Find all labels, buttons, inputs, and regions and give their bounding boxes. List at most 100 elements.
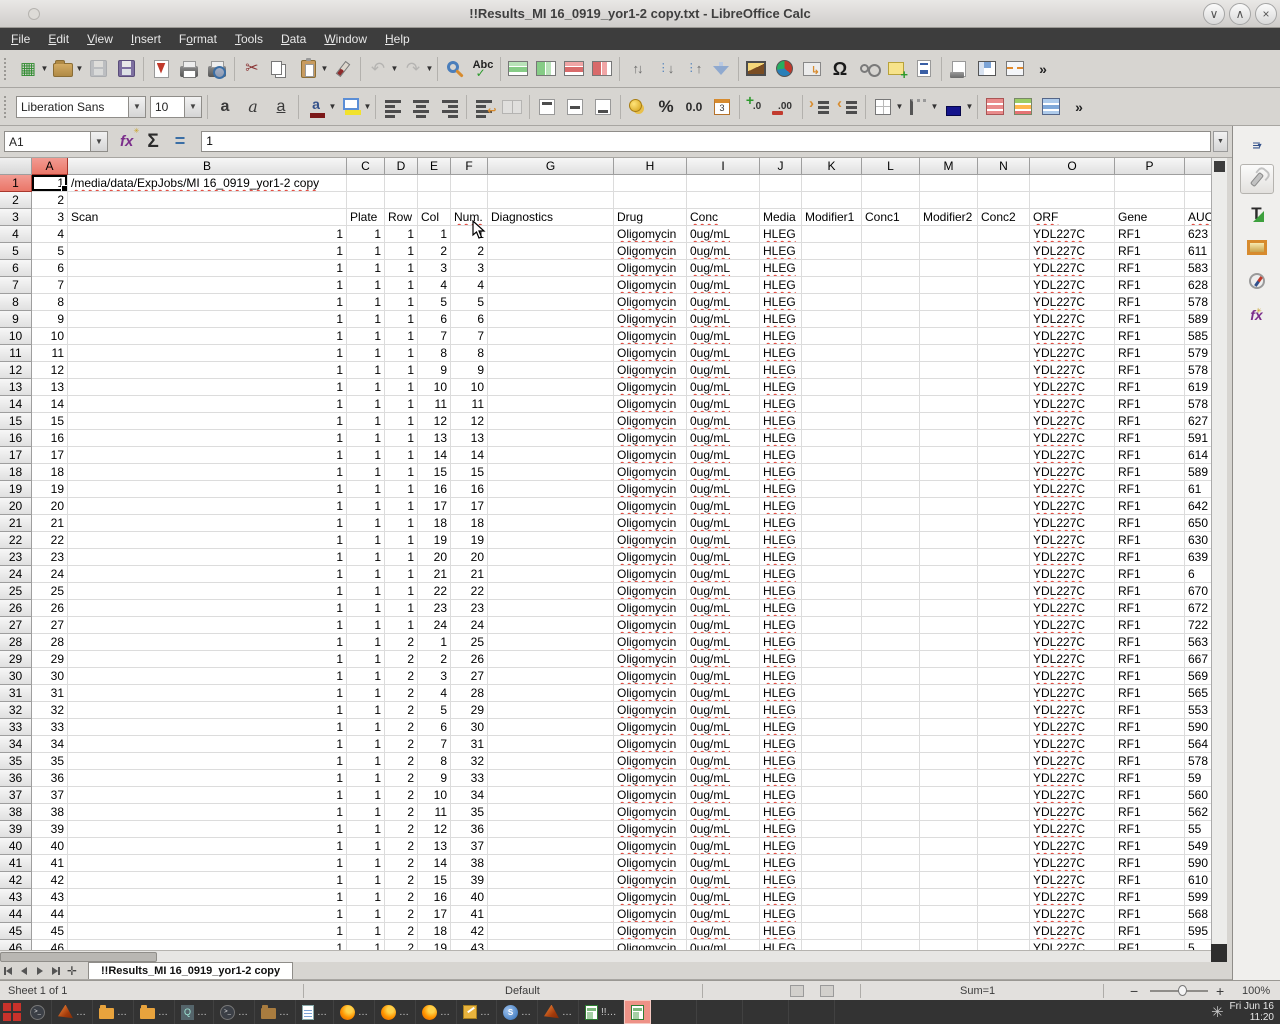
cell[interactable] xyxy=(488,192,614,209)
cell[interactable]: 583 xyxy=(1185,260,1211,277)
cell[interactable]: 1 xyxy=(68,481,347,498)
cell[interactable]: HLEG xyxy=(760,260,802,277)
cell[interactable]: 11 xyxy=(418,396,451,413)
cell[interactable] xyxy=(802,413,862,430)
cell[interactable]: 599 xyxy=(1185,889,1211,906)
cell[interactable] xyxy=(920,260,978,277)
cell[interactable] xyxy=(920,719,978,736)
cell[interactable]: HLEG xyxy=(760,311,802,328)
cell[interactable]: 11 xyxy=(451,396,488,413)
row-header[interactable]: 41 xyxy=(0,855,32,872)
cell[interactable] xyxy=(488,855,614,872)
cell[interactable]: 4 xyxy=(451,277,488,294)
cell[interactable] xyxy=(802,464,862,481)
undo-icon[interactable]: ↶ xyxy=(365,55,391,83)
cell[interactable] xyxy=(978,702,1030,719)
cell[interactable]: Oligomycin xyxy=(614,634,687,651)
cell[interactable]: 0ug/mL xyxy=(687,515,760,532)
cell[interactable] xyxy=(978,294,1030,311)
cell[interactable]: 563 xyxy=(1185,634,1211,651)
cell[interactable]: 2 xyxy=(385,685,418,702)
row-header[interactable]: 17 xyxy=(0,447,32,464)
cell[interactable]: 1 xyxy=(68,685,347,702)
cell[interactable] xyxy=(488,583,614,600)
cell[interactable] xyxy=(802,600,862,617)
cell[interactable] xyxy=(862,804,920,821)
delete-column-icon[interactable] xyxy=(589,55,615,83)
cell[interactable]: YDL227C xyxy=(1030,804,1115,821)
cell[interactable] xyxy=(802,617,862,634)
cell[interactable]: 0ug/mL xyxy=(687,566,760,583)
menu-view[interactable]: View xyxy=(78,28,122,50)
cell[interactable]: HLEG xyxy=(760,583,802,600)
cell[interactable]: 1 xyxy=(347,855,385,872)
cell[interactable] xyxy=(920,362,978,379)
cell[interactable]: 2 xyxy=(385,906,418,923)
cell[interactable] xyxy=(418,192,451,209)
cell[interactable]: 0ug/mL xyxy=(687,226,760,243)
cond-format-1-icon[interactable] xyxy=(982,93,1008,121)
row-header[interactable]: 9 xyxy=(0,311,32,328)
cell[interactable]: 2 xyxy=(418,243,451,260)
cell[interactable] xyxy=(687,192,760,209)
cell[interactable] xyxy=(802,515,862,532)
cell[interactable] xyxy=(488,311,614,328)
cell[interactable] xyxy=(920,328,978,345)
cell[interactable]: 1 xyxy=(385,566,418,583)
cell[interactable]: 39 xyxy=(451,872,488,889)
column-header[interactable]: E xyxy=(418,158,451,175)
cell[interactable]: 15 xyxy=(32,413,68,430)
cell[interactable]: 33 xyxy=(451,770,488,787)
cell[interactable] xyxy=(802,277,862,294)
cell[interactable]: 0ug/mL xyxy=(687,498,760,515)
cell[interactable] xyxy=(802,940,862,950)
cell[interactable]: Oligomycin xyxy=(614,549,687,566)
cell[interactable]: 8 xyxy=(418,345,451,362)
cell[interactable]: 32 xyxy=(32,702,68,719)
cell[interactable]: 578 xyxy=(1185,362,1211,379)
cell[interactable]: Oligomycin xyxy=(614,872,687,889)
cell[interactable] xyxy=(802,736,862,753)
cell[interactable]: 2 xyxy=(385,940,418,950)
cell[interactable]: 1 xyxy=(385,583,418,600)
insert-comment-icon[interactable] xyxy=(883,55,909,83)
cell[interactable] xyxy=(862,294,920,311)
bold-icon[interactable]: a xyxy=(212,93,238,121)
split-window-icon[interactable] xyxy=(1002,55,1028,83)
cell[interactable] xyxy=(978,277,1030,294)
cell[interactable] xyxy=(687,175,760,192)
cell[interactable]: YDL227C xyxy=(1030,464,1115,481)
cell[interactable]: RF1 xyxy=(1115,277,1185,294)
cell[interactable] xyxy=(862,532,920,549)
cell[interactable]: Oligomycin xyxy=(614,345,687,362)
cell[interactable]: 1 xyxy=(68,702,347,719)
cell[interactable] xyxy=(978,685,1030,702)
sheet-tab-active[interactable]: !!Results_MI 16_0919_yor1-2 copy xyxy=(88,962,293,979)
cell[interactable]: 27 xyxy=(32,617,68,634)
row-header[interactable]: 14 xyxy=(0,396,32,413)
cell[interactable]: 3 xyxy=(451,260,488,277)
cell[interactable]: Col xyxy=(418,209,451,226)
cell[interactable]: HLEG xyxy=(760,396,802,413)
row-header[interactable]: 39 xyxy=(0,821,32,838)
font-size-select[interactable]: 10▼ xyxy=(150,96,202,118)
cell[interactable] xyxy=(488,447,614,464)
menu-file[interactable]: File xyxy=(2,28,39,50)
menu-edit[interactable]: Edit xyxy=(39,28,78,50)
cell[interactable]: 0ug/mL xyxy=(687,787,760,804)
cell[interactable]: Oligomycin xyxy=(614,515,687,532)
print-area-icon[interactable] xyxy=(946,55,972,83)
cell[interactable]: 3 xyxy=(418,260,451,277)
cell[interactable]: 589 xyxy=(1185,311,1211,328)
cell[interactable] xyxy=(920,736,978,753)
cell[interactable] xyxy=(978,379,1030,396)
cell[interactable] xyxy=(920,685,978,702)
cell[interactable] xyxy=(1030,175,1115,192)
cell[interactable]: 22 xyxy=(451,583,488,600)
cell[interactable]: HLEG xyxy=(760,498,802,515)
cell[interactable] xyxy=(920,821,978,838)
cell[interactable] xyxy=(862,192,920,209)
cell[interactable]: 1 xyxy=(68,498,347,515)
cut-icon[interactable]: ✂ xyxy=(239,55,265,83)
font-name-dropdown-icon[interactable]: ▼ xyxy=(128,97,145,117)
